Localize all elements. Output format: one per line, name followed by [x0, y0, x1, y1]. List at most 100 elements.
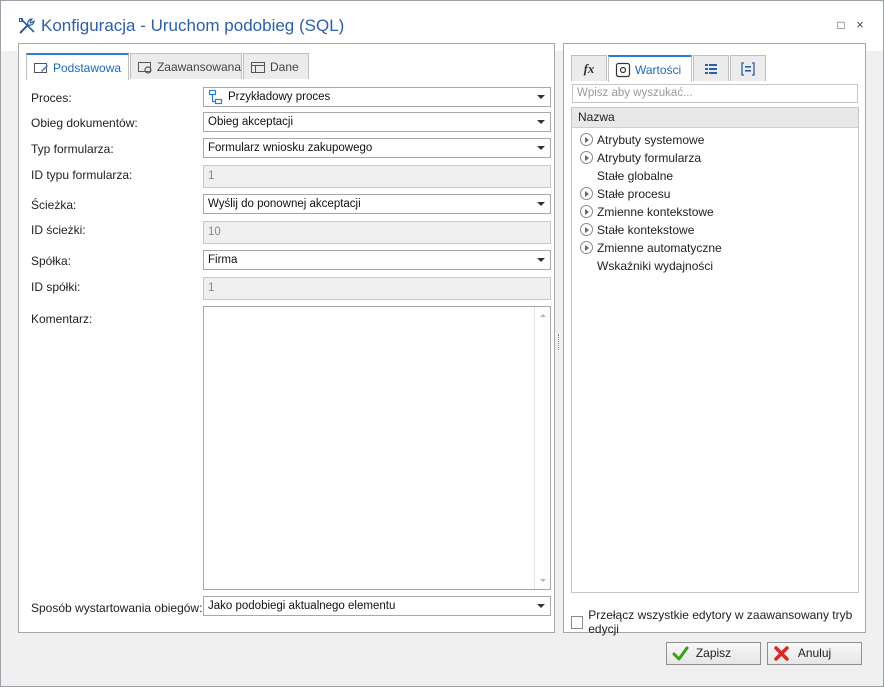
tree-item-label: Atrybuty systemowe [597, 133, 705, 147]
komentarz-textarea[interactable] [203, 306, 551, 590]
tree-item-atrybuty-systemowe[interactable]: Atrybuty systemowe [572, 131, 858, 149]
sposob-select[interactable]: Jako podobiegi aktualnego elementu [203, 596, 551, 616]
advanced-mode-checkbox[interactable] [571, 615, 584, 629]
scrollbar[interactable] [534, 307, 550, 589]
tab-list[interactable] [693, 55, 729, 81]
save-button[interactable]: Zapisz [666, 642, 761, 665]
values-panel: fx Wartości Wpisz aby wyszukać... Nazwa … [563, 43, 866, 636]
scroll-up-icon[interactable] [540, 314, 546, 317]
tree-item-label: Zmienne kontekstowe [597, 205, 714, 219]
process-icon [208, 89, 223, 105]
left-tab-bar: Podstawowa Zaawansowana Dane [26, 53, 326, 80]
chevron-down-icon [537, 95, 545, 99]
obieg-value: Obieg akceptacji [208, 116, 294, 128]
form-settings-icon [137, 61, 152, 74]
sciezka-select[interactable]: Wyślij do ponownej akceptacji [203, 194, 551, 214]
proces-value: Przykładowy proces [228, 91, 331, 103]
expand-arrow-icon[interactable] [580, 187, 593, 200]
sposob-value: Jako podobiegi aktualnego elementu [208, 600, 396, 612]
search-input[interactable]: Wpisz aby wyszukać... [572, 84, 858, 103]
tab-label: Dane [270, 59, 299, 74]
tree-item-wskazniki-wydajnosci[interactable]: Wskaźniki wydajności [572, 257, 858, 275]
id-typu-label: ID typu formularza: [31, 168, 133, 182]
function-fx-icon: fx [583, 60, 595, 76]
id-sciezki-label: ID ścieżki: [31, 223, 86, 237]
tree-item-label: Stałe kontekstowe [597, 223, 695, 237]
tab-label: Podstawowa [53, 60, 122, 75]
chevron-down-icon [537, 146, 545, 150]
expand-arrow-icon[interactable] [580, 241, 593, 254]
checkmark-icon [672, 646, 689, 661]
chevron-down-icon [537, 120, 545, 124]
komentarz-label: Komentarz: [31, 312, 93, 326]
id-sciezki-value: 10 [208, 226, 221, 238]
form-edit-icon [34, 62, 48, 73]
expand-arrow-icon[interactable] [580, 223, 593, 236]
tab-zaawansowana[interactable]: Zaawansowana [130, 53, 242, 79]
cancel-button[interactable]: Anuluj [767, 642, 862, 665]
panel-splitter[interactable] [558, 334, 561, 350]
values-icon [615, 62, 631, 77]
id-spolki-label: ID spółki: [31, 280, 81, 294]
cancel-x-icon [774, 646, 789, 661]
cancel-label: Anuluj [797, 646, 832, 660]
advanced-mode-label: Przełącz wszystkie edytory w zaawansowan… [588, 608, 853, 636]
tab-bracket-list[interactable] [730, 55, 766, 81]
scroll-down-icon[interactable] [540, 579, 546, 582]
tab-wartosci[interactable]: Wartości [608, 55, 692, 82]
tab-label: Zaawansowana [156, 59, 241, 74]
typ-formularza-label: Typ formularza: [31, 142, 114, 156]
tree-item-label: Atrybuty formularza [597, 151, 702, 165]
spolka-value: Firma [208, 254, 238, 266]
sciezka-value: Wyślij do ponownej akceptacji [208, 198, 361, 210]
chevron-down-icon [537, 604, 545, 608]
values-tree: Nazwa Atrybuty systemowe Atrybuty formul… [571, 107, 859, 593]
obieg-select[interactable]: Obieg akceptacji [203, 112, 551, 132]
typ-formularza-select[interactable]: Formularz wniosku zakupowego [203, 138, 551, 158]
chevron-down-icon [537, 202, 545, 206]
typ-formularza-value: Formularz wniosku zakupowego [208, 142, 373, 154]
proces-select[interactable]: Przykładowy proces [203, 87, 551, 107]
tree-item-zmienne-kontekstowe[interactable]: Zmienne kontekstowe [572, 203, 858, 221]
tree-header-nazwa[interactable]: Nazwa [572, 108, 858, 128]
tree-item-label: Stałe procesu [597, 187, 671, 201]
id-typu-field: 1 [203, 165, 551, 188]
advanced-mode-toggle[interactable]: Przełącz wszystkie edytory w zaawansowan… [571, 608, 865, 636]
expand-arrow-icon[interactable] [580, 205, 593, 218]
basic-settings-panel: Podstawowa Zaawansowana Dane Proces: Prz… [18, 43, 555, 633]
tree-item-stale-globalne[interactable]: Stałe globalne [572, 167, 858, 185]
tree-items: Atrybuty systemowe Atrybuty formularza S… [572, 128, 858, 275]
window-title: Konfiguracja - Uruchom podobieg (SQL) [41, 16, 345, 35]
proces-label: Proces: [31, 91, 72, 105]
maximize-button[interactable]: □ [834, 18, 848, 32]
tree-item-label: Wskaźniki wydajności [597, 259, 714, 273]
tree-item-atrybuty-formularza[interactable]: Atrybuty formularza [572, 149, 858, 167]
right-tab-bar: fx Wartości [571, 55, 771, 82]
obieg-label: Obieg dokumentów: [31, 116, 138, 130]
save-label: Zapisz [695, 646, 732, 660]
id-spolki-field: 1 [203, 277, 551, 300]
tree-item-stale-procesu[interactable]: Stałe procesu [572, 185, 858, 203]
expand-arrow-icon[interactable] [580, 151, 593, 164]
tree-item-zmienne-automatyczne[interactable]: Zmienne automatyczne [572, 239, 858, 257]
tab-podstawowa[interactable]: Podstawowa [26, 53, 129, 80]
id-typu-value: 1 [208, 170, 215, 182]
sciezka-label: Ścieżka: [31, 198, 77, 212]
tree-item-stale-kontekstowe[interactable]: Stałe kontekstowe [572, 221, 858, 239]
tab-label: Wartości [635, 62, 682, 77]
expand-arrow-icon[interactable] [580, 133, 593, 146]
bracket-list-icon [741, 61, 755, 76]
data-table-icon [251, 61, 265, 73]
dialog-window: Konfiguracja - Uruchom podobieg (SQL) □ … [0, 0, 884, 687]
tab-functions[interactable]: fx [571, 55, 607, 81]
sposob-label: Sposób wystartowania obiegów: [31, 601, 203, 615]
chevron-down-icon [537, 258, 545, 262]
spolka-label: Spółka: [31, 254, 72, 268]
close-button[interactable]: × [853, 18, 867, 32]
tree-item-label: Zmienne automatyczne [597, 241, 722, 255]
id-spolki-value: 1 [208, 282, 215, 294]
id-sciezki-field: 10 [203, 221, 551, 244]
tree-item-label: Stałe globalne [597, 169, 674, 183]
tab-dane[interactable]: Dane [243, 53, 309, 79]
spolka-select[interactable]: Firma [203, 250, 551, 270]
